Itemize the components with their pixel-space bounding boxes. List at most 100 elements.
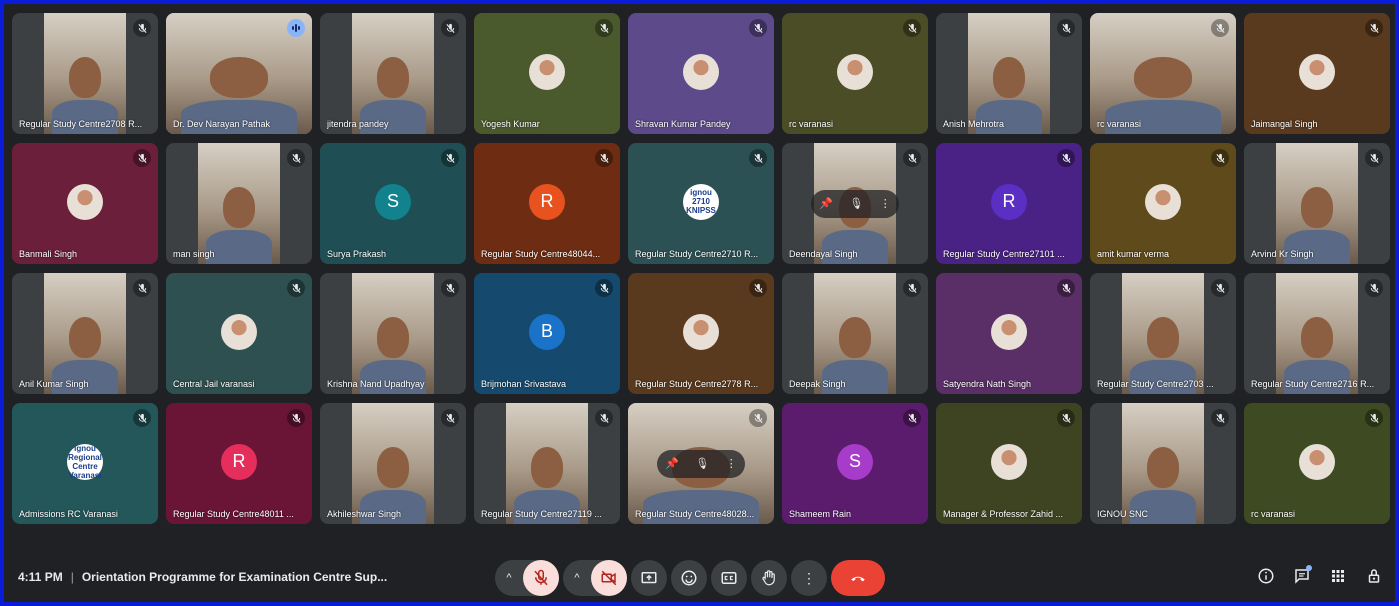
participant-tile[interactable]: Regular Study Centre2716 R...	[1244, 273, 1390, 394]
video-feed	[352, 403, 434, 524]
participant-tile[interactable]: ignou Regional Centre Varanasi Admissions…	[12, 403, 158, 524]
mic-muted-icon	[1057, 409, 1075, 427]
mic-muted-icon	[1057, 19, 1075, 37]
more-icon[interactable]: ⋮	[726, 457, 737, 470]
participant-name: rc varanasi	[1097, 119, 1142, 129]
person-head	[1300, 316, 1334, 358]
participant-name: Central Jail varanasi	[173, 379, 255, 389]
participant-tile[interactable]: Regular Study Centre27119 ...	[474, 403, 620, 524]
person-head	[376, 316, 410, 358]
participant-name: Regular Study Centre2703 ...	[1097, 379, 1214, 389]
participant-tile[interactable]: IGNOU SNC	[1090, 403, 1236, 524]
pin-icon[interactable]: 📌	[819, 197, 833, 210]
avatar-photo	[683, 313, 719, 350]
mic-muted-icon	[595, 149, 613, 167]
participant-tile[interactable]: Regular Study Centre2708 R...	[12, 13, 158, 134]
participant-tile[interactable]: Deepak Singh	[782, 273, 928, 394]
participant-grid: Regular Study Centre2708 R... Dr. Dev Nar…	[12, 13, 1394, 525]
mic-muted-icon	[1365, 149, 1383, 167]
mic-muted-icon	[749, 149, 767, 167]
leave-call-button[interactable]	[831, 560, 885, 596]
avatar-photo	[1299, 53, 1335, 90]
emoji-icon	[681, 570, 697, 586]
present-screen-button[interactable]	[631, 560, 667, 596]
participant-tile[interactable]: Central Jail varanasi	[166, 273, 312, 394]
video-feed	[1276, 273, 1358, 394]
participant-name: Krishna Nand Upadhyay	[327, 379, 425, 389]
participant-tile[interactable]: B Brijmohan Srivastava	[474, 273, 620, 394]
avatar-photo	[991, 443, 1027, 480]
microphone-button[interactable]	[523, 560, 559, 596]
host-controls-icon[interactable]	[1363, 565, 1385, 587]
participant-tile[interactable]: S Shameem Rain	[782, 403, 928, 524]
participant-name: Regular Study Centre2708 R...	[19, 119, 143, 129]
participant-tile[interactable]: R Regular Study Centre48044...	[474, 143, 620, 264]
participant-tile[interactable]: rc varanasi	[1244, 403, 1390, 524]
participant-tile[interactable]: Manager & Professor Zahid ...	[936, 403, 1082, 524]
participant-tile[interactable]: rc varanasi	[782, 13, 928, 134]
participant-tile[interactable]: Satyendra Nath Singh	[936, 273, 1082, 394]
pin-icon[interactable]: 📌	[665, 457, 679, 470]
mute-participant-icon[interactable]: 🎙	[849, 197, 863, 210]
mic-muted-icon	[903, 279, 921, 297]
participant-name: Regular Study Centre48044...	[481, 249, 601, 259]
captions-button[interactable]	[711, 560, 747, 596]
person-head	[68, 316, 102, 358]
meeting-title[interactable]: Orientation Programme for Examination Ce…	[82, 570, 387, 584]
participant-tile[interactable]: 📌 🎙 ⋮ Regular Study Centre48028...	[628, 403, 774, 524]
mic-muted-icon	[1057, 279, 1075, 297]
mute-participant-icon[interactable]: 🎙	[695, 457, 709, 470]
participant-tile[interactable]: R Regular Study Centre48011 ...	[166, 403, 312, 524]
participant-tile[interactable]: Krishna Nand Upadhyay	[320, 273, 466, 394]
camera-options-chevron[interactable]: ^	[563, 560, 591, 596]
participant-tile[interactable]: rc varanasi	[1090, 13, 1236, 134]
participant-name: jitendra pandey	[327, 119, 389, 129]
participant-tile[interactable]: R Regular Study Centre27101 ...	[936, 143, 1082, 264]
participant-tile[interactable]: Banmali Singh	[12, 143, 158, 264]
participant-tile[interactable]: ignou 2710 KNIPSS Regular Study Centre271…	[628, 143, 774, 264]
activities-icon[interactable]	[1327, 565, 1349, 587]
reactions-button[interactable]	[671, 560, 707, 596]
camera-button[interactable]	[591, 560, 627, 596]
participant-tile[interactable]: amit kumar verma	[1090, 143, 1236, 264]
mic-muted-icon	[595, 279, 613, 297]
participant-name: Regular Study Centre2710 R...	[635, 249, 759, 259]
participant-tile[interactable]: man singh	[166, 143, 312, 264]
captions-icon	[721, 572, 737, 584]
mic-options-chevron[interactable]: ^	[495, 560, 523, 596]
info-icon[interactable]	[1255, 565, 1277, 587]
avatar-logo: ignou 2710 KNIPSS	[683, 183, 719, 220]
raise-hand-button[interactable]	[751, 560, 787, 596]
avatar-photo	[683, 53, 719, 90]
avatar-photo	[837, 53, 873, 90]
video-feed	[814, 273, 896, 394]
avatar-logo: ignou Regional Centre Varanasi	[67, 443, 103, 480]
participant-tile[interactable]: Dr. Dev Narayan Pathak	[166, 13, 312, 134]
participant-tile[interactable]: Regular Study Centre2703 ...	[1090, 273, 1236, 394]
participant-tile[interactable]: Anil Kumar Singh	[12, 273, 158, 394]
participant-tile[interactable]: Akhileshwar Singh	[320, 403, 466, 524]
participant-tile[interactable]: Jaimangal Singh	[1244, 13, 1390, 134]
participant-name: Shameem Rain	[789, 509, 852, 519]
participant-tile[interactable]: Arvind Kr Singh	[1244, 143, 1390, 264]
participant-tile[interactable]: Shravan Kumar Pandey	[628, 13, 774, 134]
participant-tile[interactable]: 📌 🎙 ⋮ Deendayal Singh	[782, 143, 928, 264]
person-head	[209, 56, 269, 98]
hand-icon	[762, 570, 775, 586]
video-feed	[198, 143, 280, 264]
participant-name: Regular Study Centre48011 ...	[173, 509, 294, 519]
mic-muted-icon	[903, 149, 921, 167]
more-options-button[interactable]: ⋮	[791, 560, 827, 596]
chat-icon[interactable]	[1291, 565, 1313, 587]
video-feed	[44, 13, 126, 134]
more-icon[interactable]: ⋮	[880, 197, 891, 210]
mic-muted-icon	[287, 409, 305, 427]
meeting-info: 4:11 PM | Orientation Programme for Examin…	[18, 570, 387, 584]
mic-off-icon	[534, 569, 548, 586]
participant-tile[interactable]: Regular Study Centre2778 R...	[628, 273, 774, 394]
mic-muted-icon	[595, 19, 613, 37]
participant-tile[interactable]: jitendra pandey	[320, 13, 466, 134]
participant-tile[interactable]: Anish Mehrotra	[936, 13, 1082, 134]
participant-tile[interactable]: Yogesh Kumar	[474, 13, 620, 134]
participant-tile[interactable]: S Surya Prakash	[320, 143, 466, 264]
